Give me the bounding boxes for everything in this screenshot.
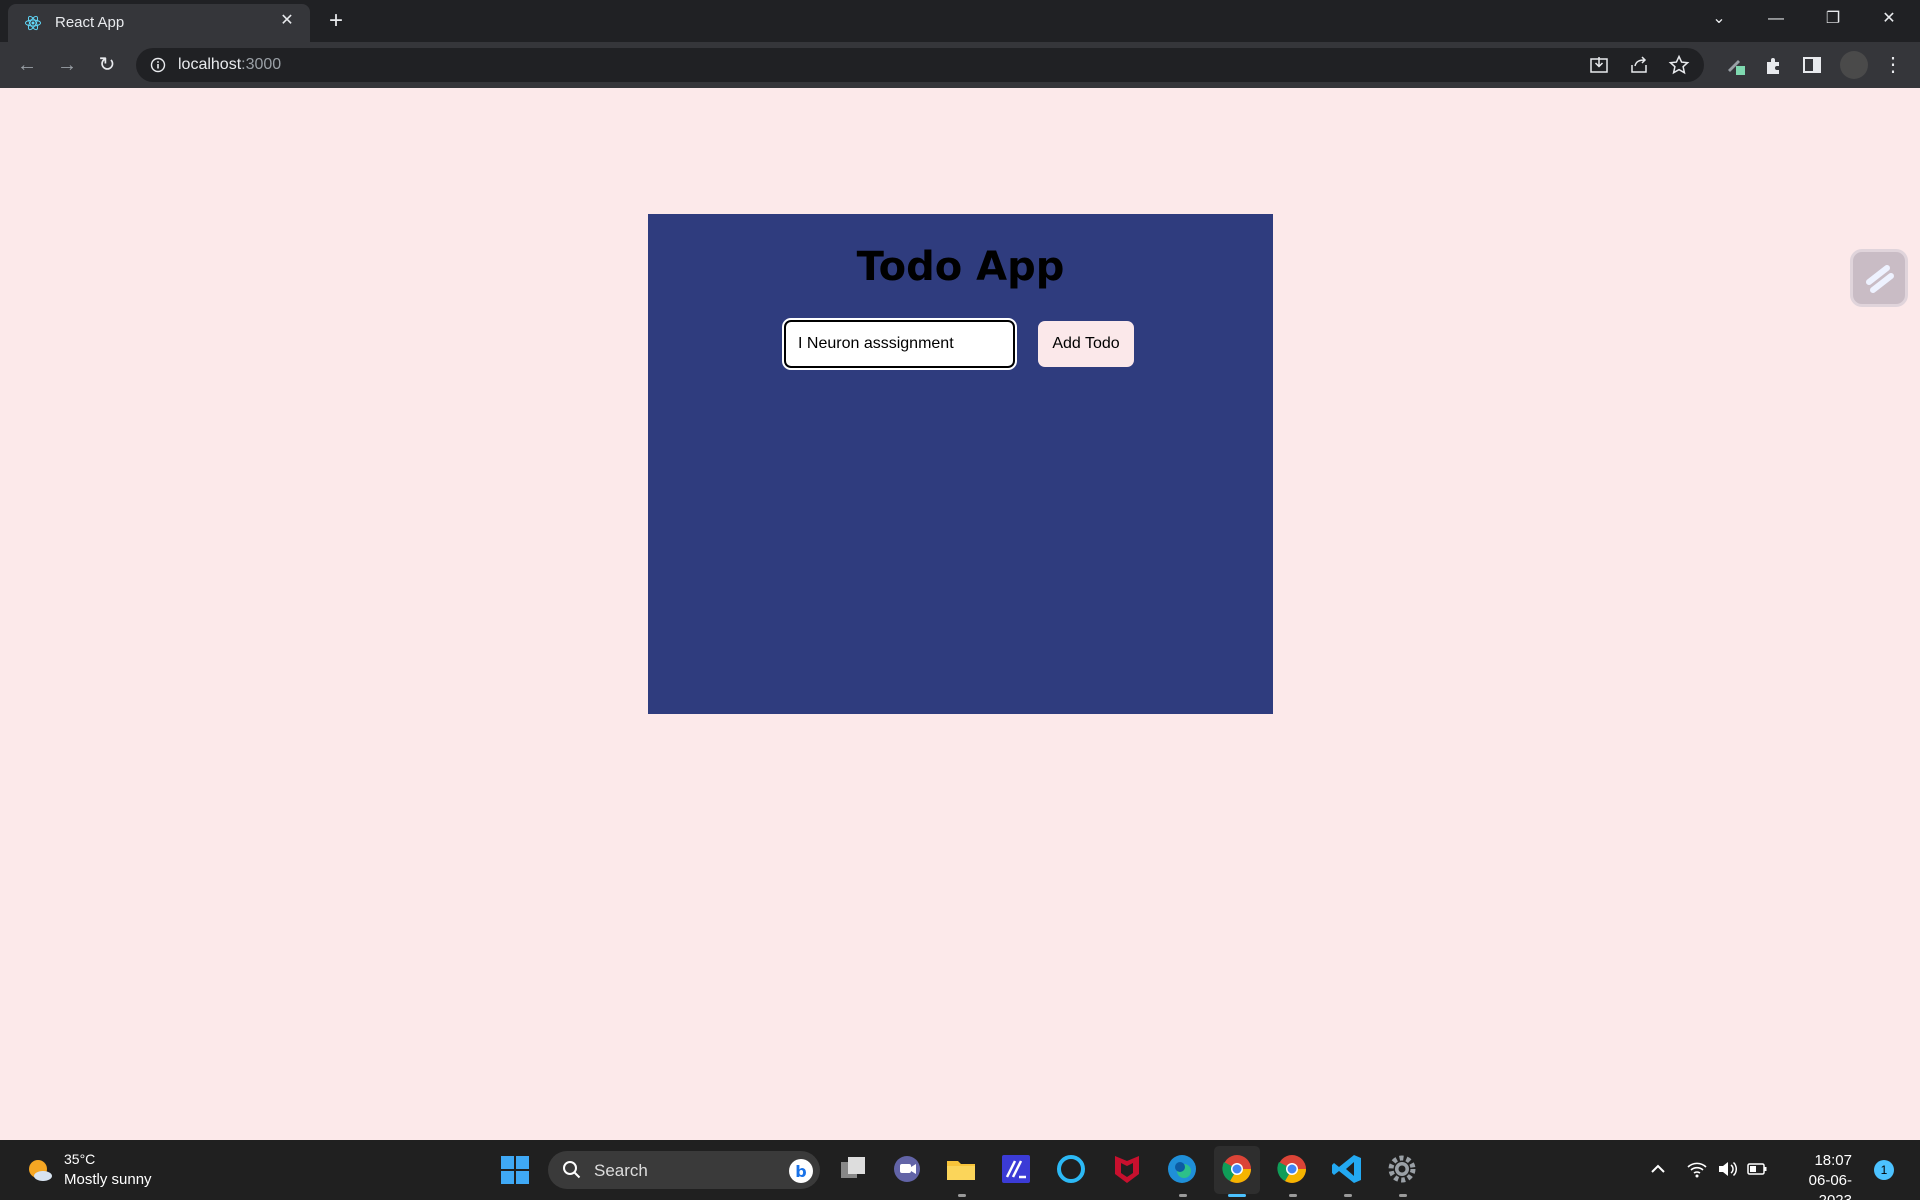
tab-strip: React App ✕ + ⌄ — ❐ ✕	[0, 0, 1920, 42]
search-placeholder: Search	[594, 1161, 648, 1180]
search-icon	[563, 1161, 581, 1179]
chrome-icon[interactable]	[1220, 1152, 1254, 1186]
task-view-icon[interactable]	[836, 1152, 870, 1186]
svg-text:b: b	[795, 1162, 806, 1181]
profile-avatar[interactable]	[1840, 51, 1868, 79]
lightning-icon	[1866, 265, 1894, 293]
bing-icon[interactable]: b	[788, 1158, 814, 1184]
weather-description: Mostly sunny	[64, 1171, 152, 1188]
tab-search-icon[interactable]: ⌄	[1696, 0, 1742, 38]
settings-gear-icon[interactable]	[1385, 1152, 1419, 1186]
site-info-icon[interactable]	[150, 57, 166, 73]
tab-title: React App	[55, 14, 125, 31]
browser-toolbar: ← → ↻ localhost:3000 ⋮	[0, 42, 1920, 88]
running-indicator	[1344, 1194, 1352, 1197]
weather-temperature: 35°C	[64, 1151, 96, 1167]
cortana-icon[interactable]	[1054, 1152, 1088, 1186]
install-app-icon[interactable]	[1588, 54, 1610, 76]
extensions-puzzle-icon[interactable]	[1762, 54, 1784, 76]
bookmark-star-icon[interactable]	[1668, 54, 1690, 76]
close-window-button[interactable]: ✕	[1866, 0, 1912, 38]
app-tile-icon[interactable]	[999, 1152, 1033, 1186]
edge-icon[interactable]	[1165, 1152, 1199, 1186]
clock-date: 06-06-2023	[1808, 1172, 1852, 1200]
react-logo-icon	[25, 15, 41, 31]
chrome-profile-icon[interactable]	[1275, 1152, 1309, 1186]
running-indicator	[1399, 1194, 1407, 1197]
add-todo-button[interactable]: Add Todo	[1038, 321, 1134, 367]
reload-button[interactable]: ↻	[92, 50, 122, 80]
windows-start-icon[interactable]	[498, 1153, 532, 1187]
minimize-button[interactable]: —	[1753, 0, 1799, 38]
taskbar-search[interactable]: Search b	[548, 1151, 820, 1189]
show-hidden-icons-chevron-icon[interactable]	[1647, 1158, 1669, 1180]
extension-edit-icon[interactable]	[1724, 54, 1746, 76]
running-indicator	[1179, 1194, 1187, 1197]
running-indicator	[958, 1194, 966, 1197]
running-indicator	[1289, 1194, 1297, 1197]
share-icon[interactable]	[1628, 54, 1650, 76]
mcafee-icon[interactable]	[1110, 1152, 1144, 1186]
notification-badge[interactable]: 1	[1874, 1160, 1894, 1180]
close-tab-icon[interactable]: ✕	[276, 10, 298, 32]
address-bar[interactable]: localhost:3000	[136, 48, 1704, 82]
restore-button[interactable]: ❐	[1810, 0, 1856, 38]
url-text: localhost:3000	[178, 56, 282, 73]
file-explorer-icon[interactable]	[944, 1152, 978, 1186]
taskbar: 35°C Mostly sunny Search b 18:07 06-06- …	[0, 1140, 1920, 1200]
tab-react-app[interactable]: React App ✕	[8, 4, 310, 42]
page-title: Todo App	[856, 244, 1065, 290]
new-tab-button[interactable]: +	[322, 8, 350, 36]
todo-app-card: Todo App Add Todo	[648, 214, 1273, 714]
forward-button[interactable]: →	[52, 50, 82, 80]
todo-input[interactable]	[782, 318, 1017, 370]
floating-extension-button[interactable]	[1850, 249, 1908, 307]
weather-sun-icon[interactable]	[26, 1156, 54, 1184]
active-indicator	[1228, 1194, 1246, 1197]
side-panel-icon[interactable]	[1801, 54, 1823, 76]
clock-time: 18:07	[1814, 1152, 1852, 1169]
battery-icon[interactable]	[1746, 1158, 1768, 1180]
wifi-icon[interactable]	[1686, 1158, 1708, 1180]
vscode-icon[interactable]	[1330, 1152, 1364, 1186]
taskbar-clock[interactable]: 18:07 06-06-2023	[1778, 1151, 1852, 1200]
browser-menu-icon[interactable]: ⋮	[1878, 50, 1908, 80]
teams-chat-icon[interactable]	[890, 1152, 924, 1186]
back-button[interactable]: ←	[12, 50, 42, 80]
volume-icon[interactable]	[1716, 1158, 1738, 1180]
